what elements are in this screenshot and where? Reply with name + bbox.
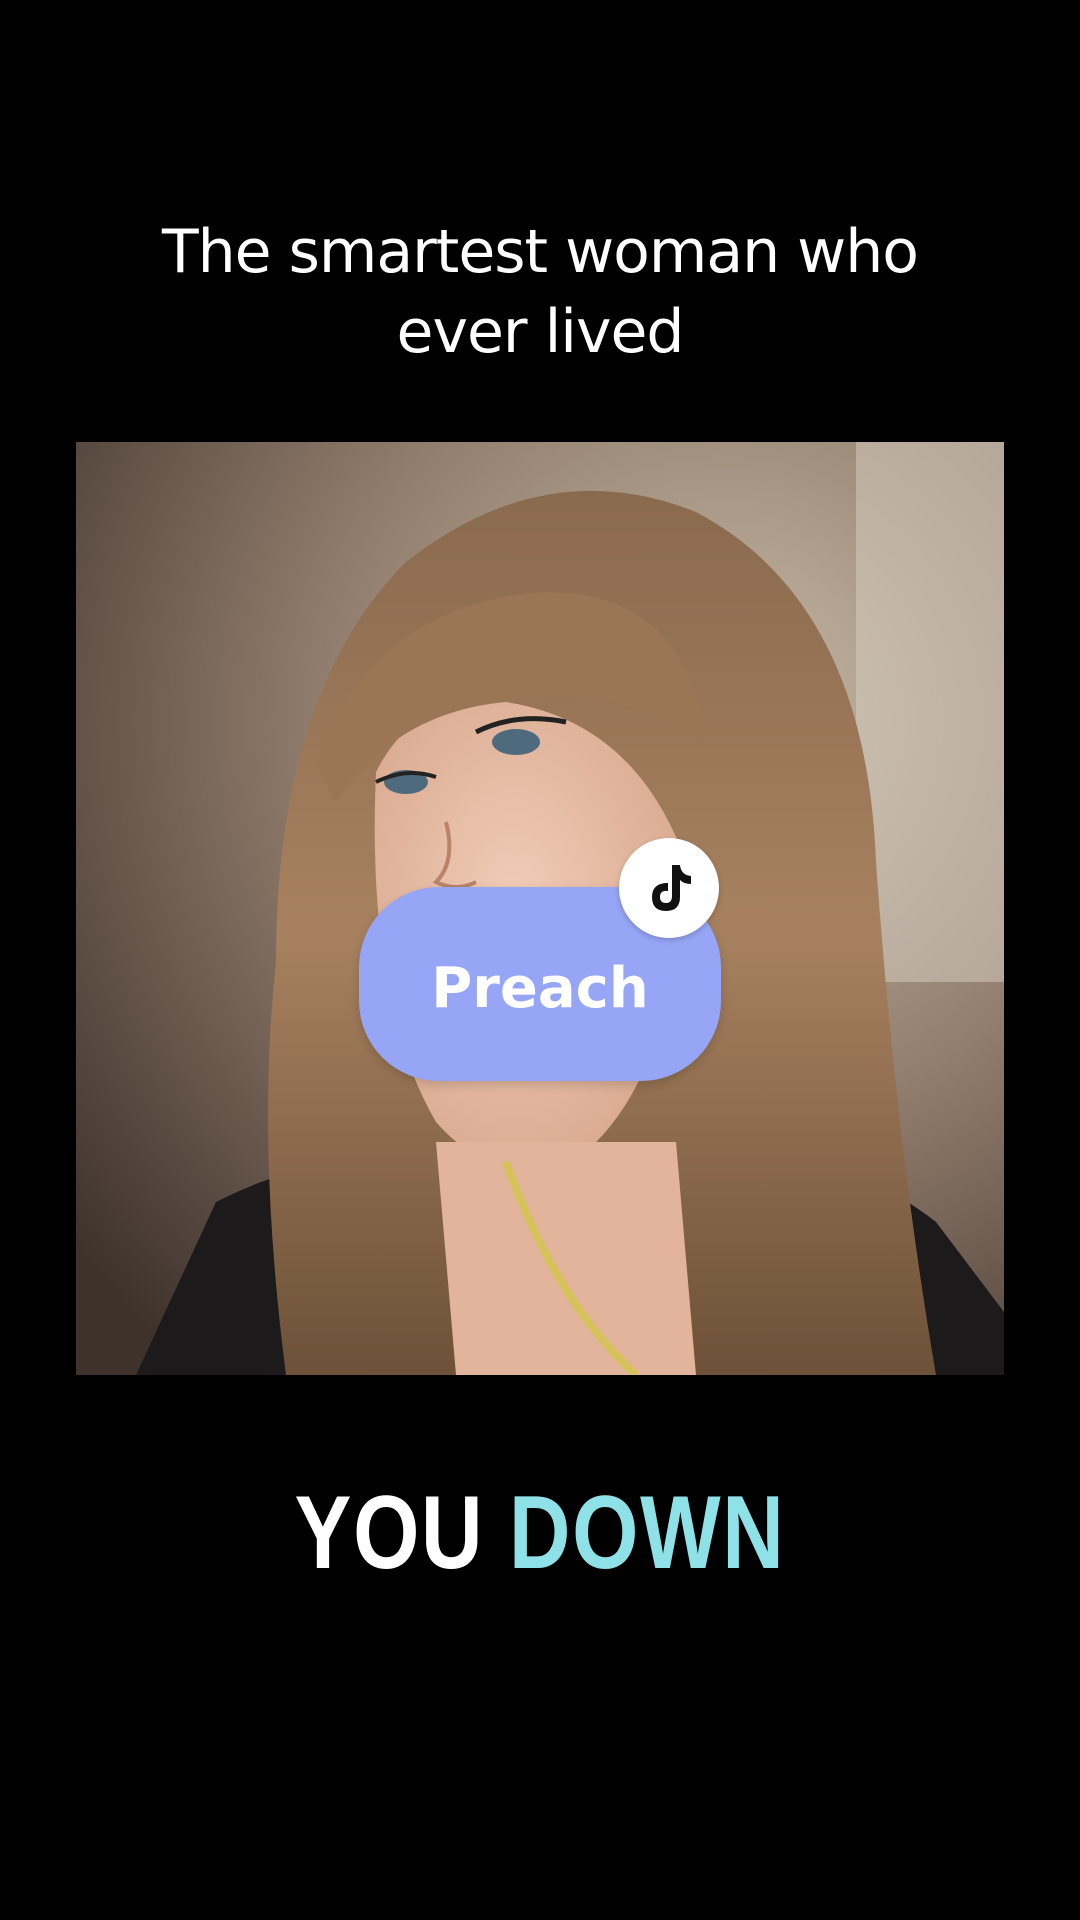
sticker-label: Preach [431,955,649,1021]
tiktok-note-glyph [652,865,691,911]
caption-line-2: ever lived [396,297,685,367]
video-caption: The smartest woman who ever lived [80,212,1000,372]
lyric-text: YOU DOWN [97,1478,983,1588]
lyric-word-you: YOU [294,1475,485,1591]
tiktok-logo-icon [619,838,719,938]
caption-line-1: The smartest woman who [161,217,919,287]
lyric-word-down: DOWN [508,1475,786,1591]
